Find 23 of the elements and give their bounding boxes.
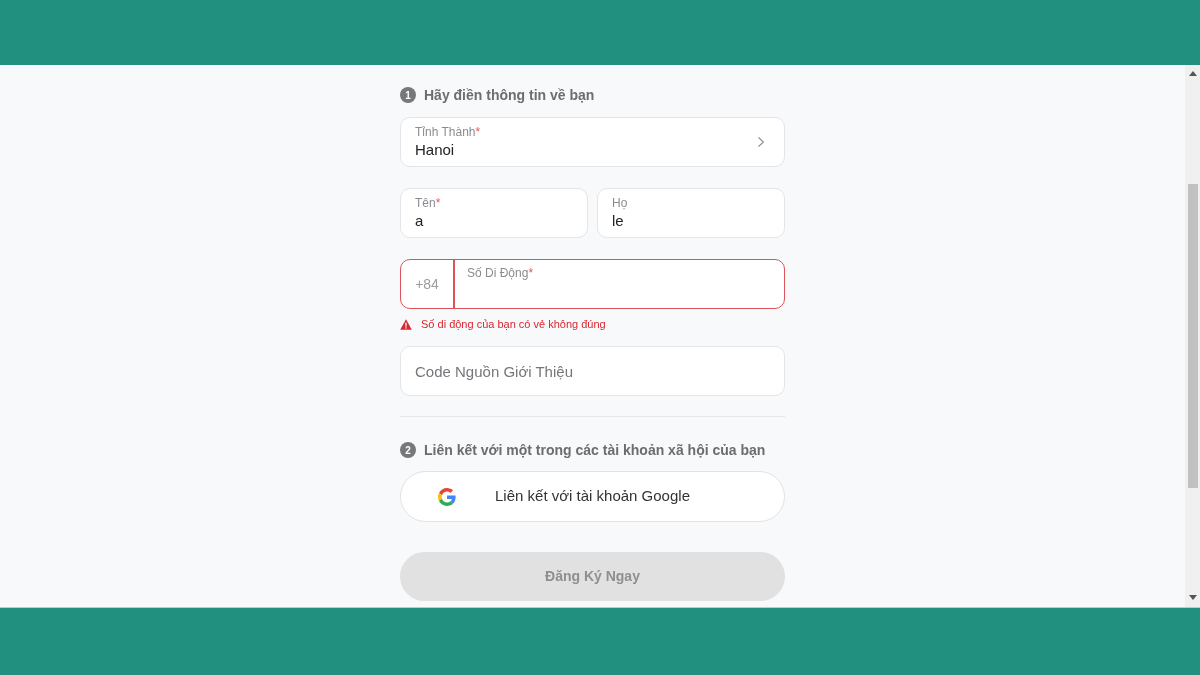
- field-label: Họ: [612, 195, 629, 211]
- city-select-field[interactable]: Tỉnh Thành* Hanoi: [400, 117, 785, 167]
- country-code: +84: [414, 274, 440, 294]
- name-field[interactable]: Họ le: [597, 188, 785, 238]
- name-field[interactable]: Tên* a: [400, 188, 588, 238]
- step-number: 1: [400, 87, 416, 103]
- field-label: Tên*: [415, 195, 442, 211]
- google-logo-icon: [438, 487, 456, 506]
- step-heading: Liên kết với một trong các tài khoản xã hội của bạn: [424, 441, 766, 460]
- scrollbar[interactable]: [1185, 65, 1200, 607]
- referral-code-field[interactable]: Code Nguồn Giới Thiệu: [400, 346, 785, 396]
- field-label: Tỉnh Thành*: [415, 124, 482, 140]
- scroll-up-icon[interactable]: [1188, 71, 1197, 76]
- step-number: 2: [400, 442, 416, 458]
- field-label: Số Di Động*: [467, 266, 535, 281]
- scroll-down-icon[interactable]: [1188, 595, 1197, 600]
- scrollbar-thumb[interactable]: [1187, 184, 1198, 488]
- error-message: Số di động của bạn có vẻ không đúng: [421, 317, 606, 331]
- chevron-right-icon: [758, 137, 764, 147]
- warning-icon: [400, 318, 412, 330]
- phone-field[interactable]: +84 Số Di Động*: [400, 259, 785, 309]
- google-link-button[interactable]: Liên kết với tài khoản Google: [400, 471, 785, 522]
- step-heading: Hãy điền thông tin về bạn: [424, 86, 595, 105]
